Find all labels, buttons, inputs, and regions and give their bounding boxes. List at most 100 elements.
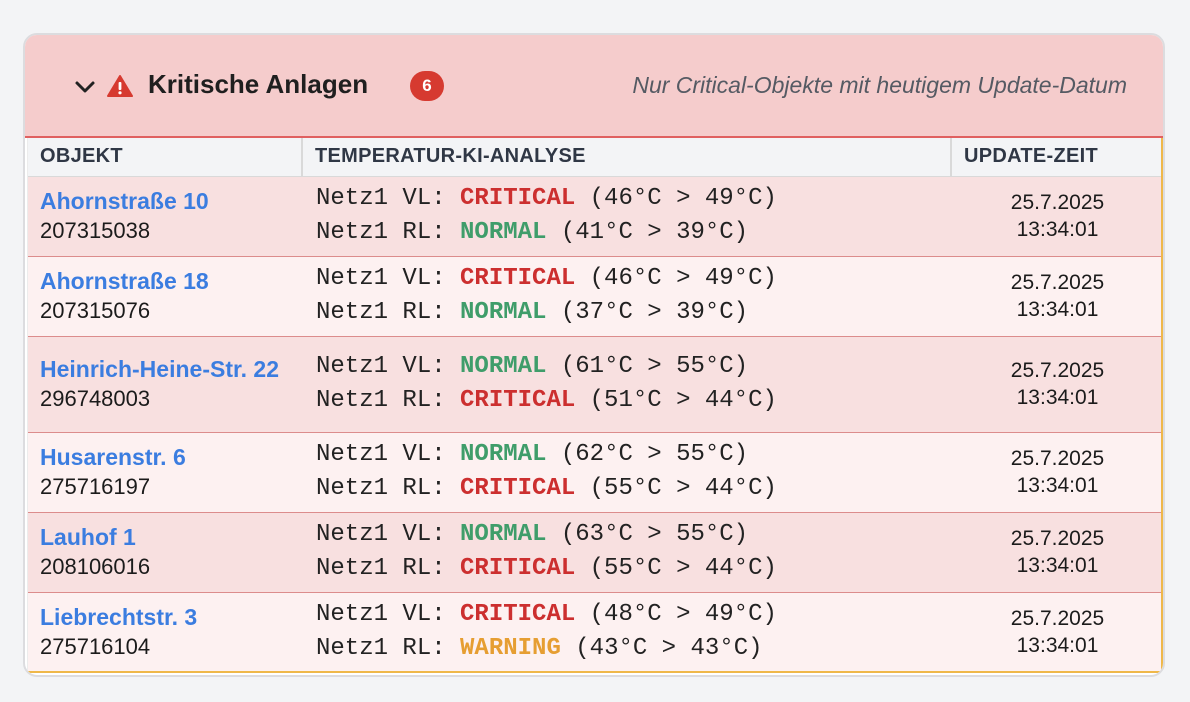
analysis-rl-detail: (51°C > 44°C): [575, 387, 777, 414]
status-rl: WARNING: [460, 635, 561, 662]
status-vl: CRITICAL: [460, 265, 576, 292]
analysis-vl-detail: (62°C > 55°C): [546, 441, 749, 468]
panel-header[interactable]: Kritische Anlagen 6 Nur Critical-Objekte…: [25, 35, 1163, 138]
status-rl: CRITICAL: [460, 555, 576, 582]
object-cell: Ahornstraße 10 207315038: [28, 176, 302, 257]
update-time-cell: 25.7.2025 13:34:01: [951, 592, 1161, 671]
analysis-vl-line: Netz1 VL: NORMAL (61°C > 55°C): [316, 350, 951, 384]
update-date: 25.7.2025: [1010, 359, 1105, 382]
analysis-vl-detail: (61°C > 55°C): [546, 353, 749, 380]
update-date: 25.7.2025: [1010, 191, 1105, 214]
analysis-vl-detail: (46°C > 49°C): [575, 265, 777, 292]
analysis-rl-detail: (43°C > 43°C): [560, 635, 763, 662]
analysis-vl-line: Netz1 VL: NORMAL (63°C > 55°C): [316, 518, 951, 552]
update-time-cell: 25.7.2025 13:34:01: [951, 176, 1161, 257]
analysis-rl-line: Netz1 RL: CRITICAL (51°C > 44°C): [316, 384, 951, 418]
analysis-cell: Netz1 VL: NORMAL (61°C > 55°C) Netz1 RL: …: [302, 336, 951, 433]
analysis-vl-line: Netz1 VL: CRITICAL (46°C > 49°C): [316, 182, 951, 216]
analysis-vl-line: Netz1 VL: NORMAL (62°C > 55°C): [316, 438, 951, 472]
object-link[interactable]: Husarenstr. 6: [40, 443, 302, 472]
analysis-vl-prefix: Netz1 VL:: [316, 265, 461, 292]
table-row[interactable]: Husarenstr. 6 275716197 Netz1 VL: NORMAL (…: [28, 432, 1161, 513]
status-vl: NORMAL: [460, 441, 547, 468]
update-date: 25.7.2025: [1010, 271, 1105, 294]
update-time: 13:34:01: [1016, 554, 1099, 577]
update-date: 25.7.2025: [1010, 447, 1105, 470]
object-id: 208106016: [40, 554, 151, 579]
analysis-cell: Netz1 VL: CRITICAL (48°C > 49°C) Netz1 RL…: [302, 592, 951, 671]
update-time: 13:34:01: [1016, 386, 1099, 409]
analysis-rl-detail: (55°C > 44°C): [575, 475, 777, 502]
analysis-rl-line: Netz1 RL: WARNING (43°C > 43°C): [316, 632, 951, 666]
analysis-rl-line: Netz1 RL: CRITICAL (55°C > 44°C): [316, 552, 951, 586]
object-link[interactable]: Lauhof 1: [40, 523, 302, 552]
chevron-down-icon[interactable]: [73, 78, 97, 96]
update-time: 13:34:01: [1016, 474, 1099, 497]
analysis-vl-prefix: Netz1 VL:: [316, 353, 461, 380]
panel-hint: Nur Critical-Objekte mit heutigem Update…: [632, 72, 1127, 98]
table-row[interactable]: Lauhof 1 208106016 Netz1 VL: NORMAL (63°C …: [28, 512, 1161, 593]
analysis-rl-detail: (37°C > 39°C): [546, 299, 749, 326]
status-rl: NORMAL: [460, 299, 547, 326]
update-time-cell: 25.7.2025 13:34:01: [951, 432, 1161, 513]
update-time-cell: 25.7.2025 13:34:01: [951, 256, 1161, 337]
status-vl: CRITICAL: [460, 185, 576, 212]
analysis-vl-prefix: Netz1 VL:: [316, 185, 461, 212]
analysis-rl-prefix: Netz1 RL:: [316, 635, 461, 662]
table-row[interactable]: Ahornstraße 10 207315038 Netz1 VL: CRITICA…: [28, 176, 1161, 257]
column-header-objekt[interactable]: OBJEKT: [28, 138, 303, 177]
analysis-rl-prefix: Netz1 RL:: [316, 555, 461, 582]
analysis-cell: Netz1 VL: CRITICAL (46°C > 49°C) Netz1 RL…: [302, 256, 951, 337]
update-time-cell: 25.7.2025 13:34:01: [951, 512, 1161, 593]
object-link[interactable]: Heinrich-Heine-Str. 22: [40, 355, 302, 384]
analysis-vl-detail: (46°C > 49°C): [575, 185, 777, 212]
analysis-vl-prefix: Netz1 VL:: [316, 521, 461, 548]
object-cell: Lauhof 1 208106016: [28, 512, 302, 593]
object-link[interactable]: Liebrechtstr. 3: [40, 603, 302, 632]
column-header-update-zeit[interactable]: UPDATE-ZEIT: [951, 138, 1161, 177]
table-row[interactable]: Liebrechtstr. 3 275716104 Netz1 VL: CRITIC…: [28, 592, 1161, 671]
table-row[interactable]: Ahornstraße 18 207315076 Netz1 VL: CRITICA…: [28, 256, 1161, 337]
analysis-rl-detail: (41°C > 39°C): [546, 219, 749, 246]
analysis-rl-prefix: Netz1 RL:: [316, 475, 461, 502]
analysis-vl-prefix: Netz1 VL:: [316, 441, 461, 468]
column-header-analyse[interactable]: TEMPERATUR-KI-ANALYSE: [302, 138, 952, 177]
object-id: 275716104: [40, 634, 151, 659]
table-row[interactable]: Heinrich-Heine-Str. 22 296748003 Netz1 VL:…: [28, 336, 1161, 433]
analysis-rl-prefix: Netz1 RL:: [316, 299, 461, 326]
analysis-vl-line: Netz1 VL: CRITICAL (46°C > 49°C): [316, 262, 951, 296]
object-id: 207315076: [40, 298, 151, 323]
update-time: 13:34:01: [1016, 218, 1099, 241]
status-rl: NORMAL: [460, 219, 547, 246]
status-vl: NORMAL: [460, 353, 547, 380]
critical-assets-panel: Kritische Anlagen 6 Nur Critical-Objekte…: [23, 33, 1165, 677]
update-time: 13:34:01: [1016, 298, 1099, 321]
status-vl: NORMAL: [460, 521, 547, 548]
analysis-rl-line: Netz1 RL: NORMAL (41°C > 39°C): [316, 216, 951, 250]
update-time: 13:34:01: [1016, 634, 1099, 657]
object-id: 207315038: [40, 218, 151, 243]
analysis-cell: Netz1 VL: NORMAL (62°C > 55°C) Netz1 RL: …: [302, 432, 951, 513]
status-rl: CRITICAL: [460, 387, 576, 414]
panel-title: Kritische Anlagen: [148, 69, 369, 99]
analysis-rl-detail: (55°C > 44°C): [575, 555, 777, 582]
table-header-row: OBJEKT TEMPERATUR-KI-ANALYSE UPDATE-ZEIT: [28, 138, 1161, 177]
analysis-rl-prefix: Netz1 RL:: [316, 387, 461, 414]
assets-table-wrapper[interactable]: OBJEKT TEMPERATUR-KI-ANALYSE UPDATE-ZEIT…: [27, 138, 1163, 673]
object-cell: Ahornstraße 18 207315076: [28, 256, 302, 337]
status-vl: CRITICAL: [460, 601, 576, 628]
object-link[interactable]: Ahornstraße 18: [40, 267, 302, 296]
analysis-vl-prefix: Netz1 VL:: [316, 601, 461, 628]
analysis-cell: Netz1 VL: CRITICAL (46°C > 49°C) Netz1 RL…: [302, 176, 951, 257]
analysis-rl-line: Netz1 RL: CRITICAL (55°C > 44°C): [316, 472, 951, 506]
assets-table: OBJEKT TEMPERATUR-KI-ANALYSE UPDATE-ZEIT…: [28, 138, 1161, 671]
update-time-cell: 25.7.2025 13:34:01: [951, 336, 1161, 433]
object-link[interactable]: Ahornstraße 10: [40, 187, 302, 216]
object-cell: Heinrich-Heine-Str. 22 296748003: [28, 336, 302, 433]
update-date: 25.7.2025: [1010, 527, 1105, 550]
object-cell: Liebrechtstr. 3 275716104: [28, 592, 302, 671]
object-id: 275716197: [40, 474, 151, 499]
status-rl: CRITICAL: [460, 475, 576, 502]
object-id: 296748003: [40, 386, 151, 411]
object-cell: Husarenstr. 6 275716197: [28, 432, 302, 513]
